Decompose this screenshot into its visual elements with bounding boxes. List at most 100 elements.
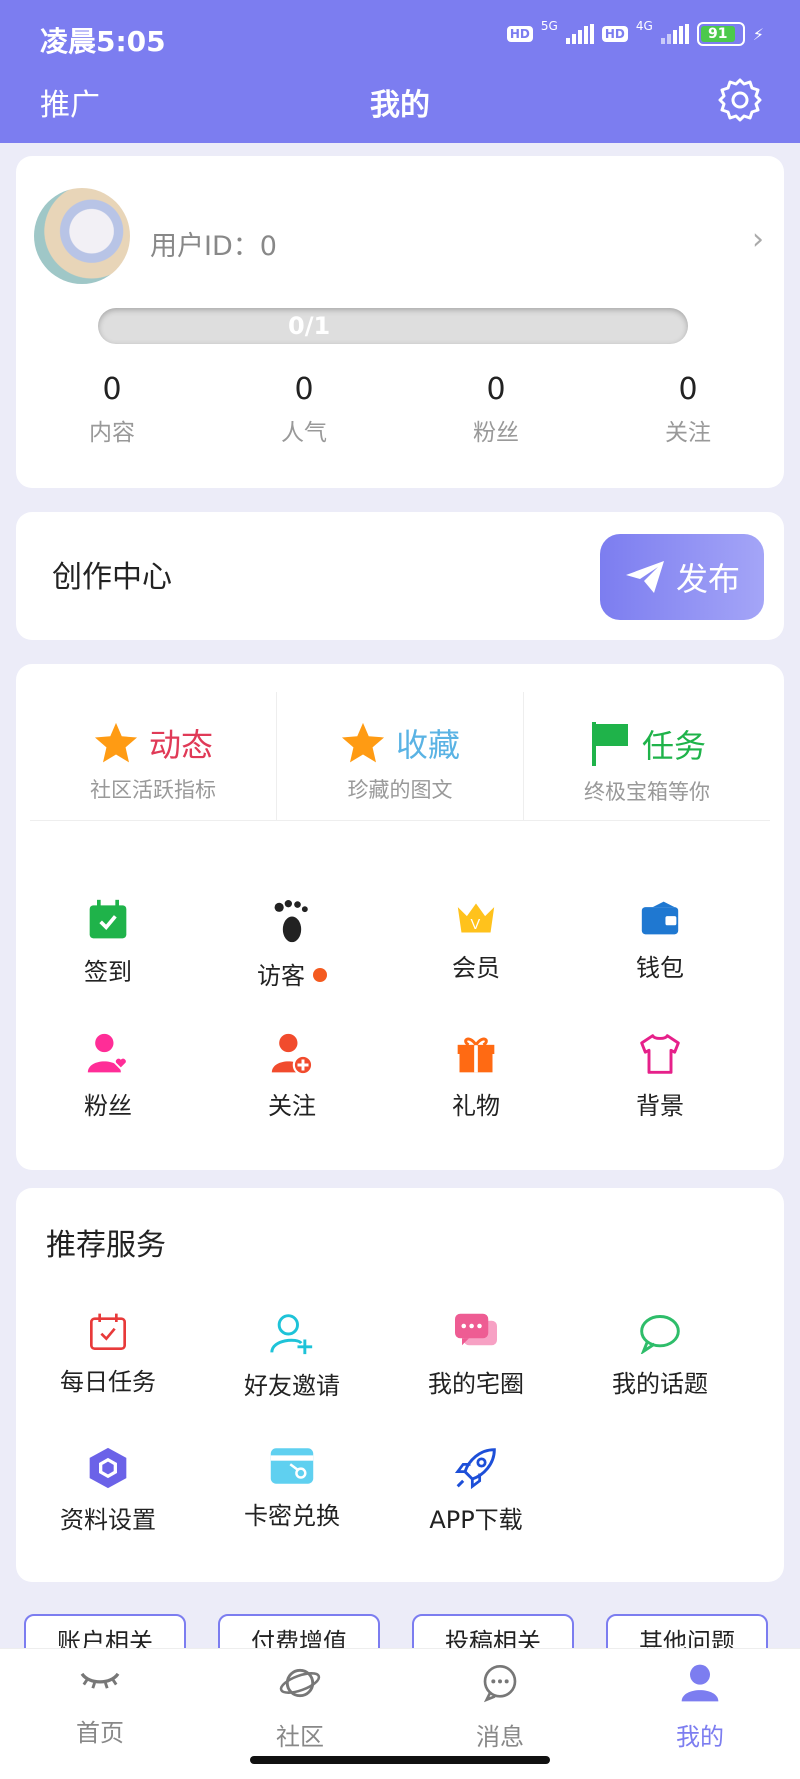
rocket-icon xyxy=(454,1448,496,1490)
stat-following[interactable]: 0 关注 xyxy=(592,372,784,447)
star-icon xyxy=(94,722,138,763)
tab-label: 首页 xyxy=(76,1719,124,1747)
top-header: 凌晨5:05 HD 5G HD 4G 91 ⚡ 推广 我的 xyxy=(0,0,800,143)
card-redeem-item[interactable]: 卡密兑换 xyxy=(200,1446,384,1535)
publish-label: 发布 xyxy=(675,561,740,597)
page-title: 我的 xyxy=(370,88,430,123)
grid-label: 粉丝 xyxy=(84,1092,132,1120)
stat-value: 0 xyxy=(678,372,698,407)
status-time: 凌晨5:05 xyxy=(40,25,166,58)
user-icon xyxy=(681,1664,719,1702)
user-plus-icon xyxy=(271,1033,314,1076)
gifts-item[interactable]: 礼物 xyxy=(384,1032,568,1121)
stat-content[interactable]: 0 内容 xyxy=(16,372,208,447)
grid-label: 背景 xyxy=(636,1092,684,1120)
stats-row: 0 内容 0 人气 0 粉丝 0 关注 xyxy=(16,372,784,447)
message-icon xyxy=(483,1665,517,1703)
feature-tasks[interactable]: 任务 终极宝箱等你 xyxy=(524,692,770,820)
grid-label: 我的话题 xyxy=(612,1370,708,1398)
stat-label: 粉丝 xyxy=(473,420,519,446)
feature-grid-row-2: 粉丝 关注 礼物 背景 xyxy=(16,1032,784,1121)
wallet-item[interactable]: 钱包 xyxy=(568,898,752,991)
grid-label: 我的宅圈 xyxy=(428,1370,524,1398)
recommend-row-2: 资料设置 卡密兑换 APP下载 xyxy=(16,1446,784,1535)
grid-label: 礼物 xyxy=(452,1092,500,1120)
network-5g-label: 5G xyxy=(540,19,558,33)
recommend-row-1: 每日任务 好友邀请 我的宅圈 我的话题 xyxy=(16,1312,784,1401)
avatar[interactable] xyxy=(34,188,130,284)
svg-text:V: V xyxy=(471,917,481,933)
calendar-check-icon xyxy=(89,899,127,939)
grid-label: 签到 xyxy=(84,958,132,986)
features-card: 动态 社区活跃指标 收藏 珍藏的图文 任务 终极宝箱等你 签到 访客 V 会员 … xyxy=(16,664,784,1170)
card-key-icon xyxy=(270,1448,314,1484)
membership-item[interactable]: V 会员 xyxy=(384,898,568,991)
stat-value: 0 xyxy=(102,372,122,407)
stat-popularity[interactable]: 0 人气 xyxy=(208,372,400,447)
my-circle-item[interactable]: 我的宅圈 xyxy=(384,1312,568,1401)
fans-item[interactable]: 粉丝 xyxy=(16,1032,200,1121)
tab-label: 社区 xyxy=(276,1723,324,1751)
invite-friends-item[interactable]: 好友邀请 xyxy=(200,1312,384,1401)
profile-card: 用户ID：0 › 0/1 0 内容 0 人气 0 粉丝 0 关注 xyxy=(16,156,784,488)
feature-title: 动态 xyxy=(148,726,213,764)
level-progress-bar: 0/1 xyxy=(98,308,688,344)
hexagon-settings-icon xyxy=(89,1447,127,1489)
feature-favorites[interactable]: 收藏 珍藏的图文 xyxy=(277,692,524,820)
tab-home[interactable]: 首页 xyxy=(0,1649,200,1779)
checkin-item[interactable]: 签到 xyxy=(16,898,200,991)
grid-label: 钱包 xyxy=(636,954,684,982)
grid-label: 资料设置 xyxy=(60,1506,156,1534)
stat-value: 0 xyxy=(486,372,506,407)
my-topics-item[interactable]: 我的话题 xyxy=(568,1312,752,1401)
paper-plane-icon xyxy=(625,561,664,593)
publish-button[interactable]: 发布 xyxy=(600,534,764,620)
battery-icon: 91 xyxy=(696,22,745,46)
creation-center-title: 创作中心 xyxy=(52,560,172,595)
chevron-right-icon[interactable]: › xyxy=(752,222,764,257)
home-indicator xyxy=(250,1756,550,1764)
grid-label: 访客 xyxy=(257,962,305,990)
user-heart-icon xyxy=(87,1033,128,1073)
stat-fans[interactable]: 0 粉丝 xyxy=(400,372,592,447)
eye-closed-icon xyxy=(80,1672,120,1689)
grid-label: 关注 xyxy=(268,1092,316,1120)
profile-settings-item[interactable]: 资料设置 xyxy=(16,1446,200,1535)
level-progress-text: 0/1 xyxy=(288,312,331,340)
flag-icon xyxy=(591,722,628,766)
crown-icon: V xyxy=(457,903,495,933)
hd-badge: HD xyxy=(506,26,533,42)
visitors-item[interactable]: 访客 xyxy=(200,898,384,991)
feature-title: 收藏 xyxy=(395,726,460,764)
signal-icon xyxy=(565,24,594,44)
feature-subtitle: 社区活跃指标 xyxy=(90,778,216,802)
grid-label: 会员 xyxy=(452,954,500,982)
feature-dynamics[interactable]: 动态 社区活跃指标 xyxy=(30,692,277,820)
app-download-item[interactable]: APP下载 xyxy=(384,1446,568,1535)
stat-label: 内容 xyxy=(89,420,135,446)
feature-title: 任务 xyxy=(641,727,706,765)
background-item[interactable]: 背景 xyxy=(568,1032,752,1121)
following-item[interactable]: 关注 xyxy=(200,1032,384,1121)
network-4g-label: 4G xyxy=(635,19,653,33)
chat-bubbles-icon xyxy=(455,1313,497,1346)
calendar-task-icon xyxy=(90,1313,126,1350)
settings-gear-icon[interactable] xyxy=(716,76,764,124)
gift-icon xyxy=(457,1037,495,1073)
charging-icon: ⚡ xyxy=(752,24,764,44)
shirt-icon xyxy=(640,1034,680,1074)
recommended-title: 推荐服务 xyxy=(46,1228,166,1263)
recommended-services-card: 推荐服务 每日任务 好友邀请 我的宅圈 我的话题 资料设置 卡密兑换 APP下载 xyxy=(16,1188,784,1582)
unread-dot xyxy=(313,968,327,982)
signal-icon-2 xyxy=(660,24,689,44)
tab-mine[interactable]: 我的 xyxy=(600,1649,800,1779)
star-icon xyxy=(341,722,385,763)
planet-icon xyxy=(279,1668,321,1698)
feature-subtitle: 珍藏的图文 xyxy=(347,778,453,802)
user-id-label[interactable]: 用户ID：0 xyxy=(150,224,277,263)
feature-grid-row-1: 签到 访客 V 会员 钱包 xyxy=(16,898,784,991)
daily-tasks-item[interactable]: 每日任务 xyxy=(16,1312,200,1401)
battery-level: 91 xyxy=(708,26,728,42)
grid-label: 好友邀请 xyxy=(244,1372,340,1400)
tab-label: 我的 xyxy=(676,1723,724,1751)
